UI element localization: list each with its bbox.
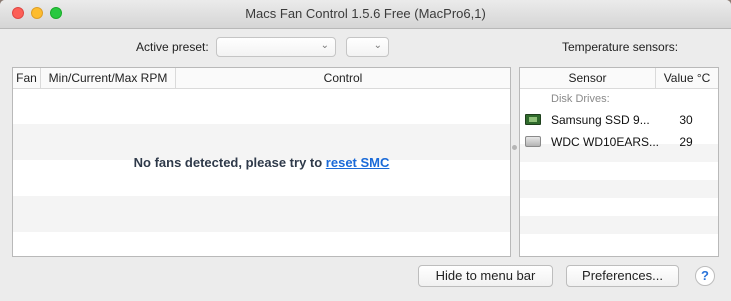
preferences-button[interactable]: Preferences...	[566, 265, 679, 287]
help-button[interactable]: ?	[695, 266, 715, 286]
sensors-table[interactable]: Sensor Value °C Disk Drives: Samsung SSD…	[519, 67, 719, 257]
column-header-sensor[interactable]: Sensor	[520, 68, 656, 88]
table-row-stripe	[520, 180, 718, 198]
fans-table-header: Fan Min/Current/Max RPM Control	[13, 68, 510, 89]
fans-table[interactable]: Fan Min/Current/Max RPM Control No fans …	[12, 67, 511, 257]
app-window: Macs Fan Control 1.5.6 Free (MacPro6,1) …	[0, 0, 731, 301]
window-title: Macs Fan Control 1.5.6 Free (MacPro6,1)	[245, 6, 486, 21]
hide-to-menu-bar-button[interactable]: Hide to menu bar	[418, 265, 553, 287]
chevron-down-icon: ⌄	[320, 40, 329, 51]
temperature-sensors-label: Temperature sensors:	[562, 40, 679, 54]
column-header-control[interactable]: Control	[176, 68, 510, 88]
active-preset-label: Active preset:	[136, 40, 209, 54]
column-header-fan[interactable]: Fan	[13, 68, 41, 88]
no-fans-message: No fans detected, please try to reset SM…	[13, 155, 510, 170]
table-row-stripe	[13, 196, 510, 232]
ssd-icon	[525, 114, 541, 125]
reset-smc-link[interactable]: reset SMC	[326, 155, 390, 170]
chevron-down-icon: ⌄	[373, 40, 382, 51]
active-preset-dropdown[interactable]: ⌄	[216, 37, 336, 57]
split-view-handle[interactable]	[512, 145, 517, 150]
title-bar[interactable]: Macs Fan Control 1.5.6 Free (MacPro6,1)	[0, 0, 731, 29]
sensor-name: WDC WD10EARS...	[551, 135, 660, 149]
disk-drives-group-label: Disk Drives:	[551, 93, 610, 105]
column-header-value[interactable]: Value °C	[656, 68, 718, 88]
column-header-rpm[interactable]: Min/Current/Max RPM	[41, 68, 176, 88]
no-fans-text: No fans detected, please try to	[133, 155, 326, 170]
sensor-value: 30	[679, 113, 693, 127]
sensor-value: 29	[679, 135, 693, 149]
sensor-name: Samsung SSD 9...	[551, 113, 650, 127]
preset-options-dropdown[interactable]: ⌄	[346, 37, 389, 57]
sensors-table-header: Sensor Value °C	[520, 68, 718, 89]
table-row-stripe	[520, 216, 718, 234]
hard-drive-icon	[525, 136, 541, 147]
